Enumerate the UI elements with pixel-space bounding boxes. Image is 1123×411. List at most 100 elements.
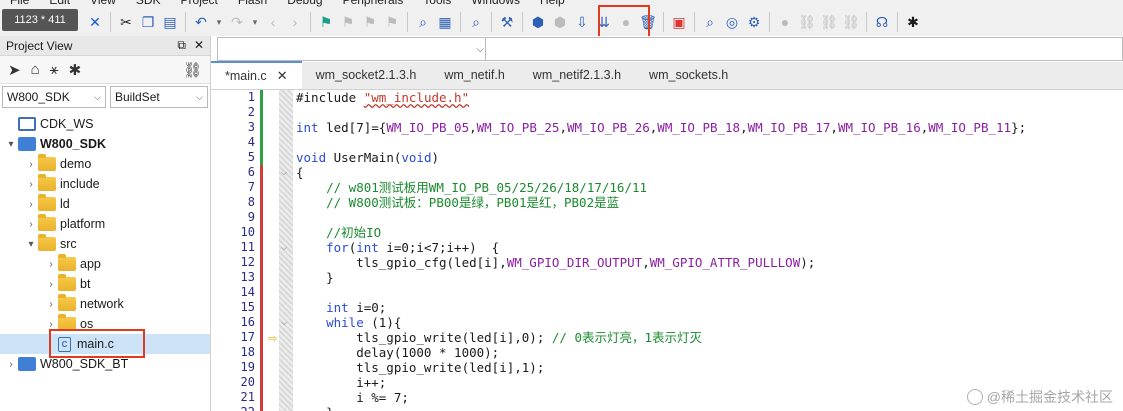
tree-item-w800-sdk[interactable]: ▾ W800_SDK: [0, 134, 210, 154]
tree-item-include[interactable]: › include: [0, 174, 210, 194]
code-line[interactable]: int led[7]={WM_IO_PB_05,WM_IO_PB_25,WM_I…: [296, 120, 1123, 135]
code-editor[interactable]: 12345678910111213141516171819202122 ⌵ ⌵ …: [211, 90, 1123, 411]
bookmark-clear-icon[interactable]: ⚑: [382, 12, 402, 32]
redo-dropdown-icon[interactable]: ▾: [249, 12, 261, 32]
settings-icon[interactable]: ⚙: [744, 12, 764, 32]
float-icon[interactable]: ⧉: [177, 38, 186, 53]
locate-icon[interactable]: ➤: [8, 61, 21, 79]
tree-icon[interactable]: ⚹: [50, 61, 59, 78]
close-tab-icon[interactable]: ✕: [277, 68, 288, 84]
expand-icon[interactable]: ›: [24, 199, 38, 210]
bug-icon[interactable]: ✱: [903, 12, 923, 32]
code-line[interactable]: // W800测试板：PB00是绿，PB01是红，PB02是蓝: [296, 195, 1123, 210]
menu-debug[interactable]: Debug: [277, 0, 332, 8]
code-line[interactable]: tls_gpio_write(led[i],1);: [296, 360, 1123, 375]
close-panel-icon[interactable]: ✕: [194, 38, 204, 53]
redo-icon[interactable]: ↷: [227, 12, 247, 32]
undo-dropdown-icon[interactable]: ▾: [213, 12, 225, 32]
code-line[interactable]: void UserMain(void): [296, 150, 1123, 165]
config-select[interactable]: BuildSet ⌵: [110, 86, 208, 108]
code-line[interactable]: [296, 285, 1123, 300]
menu-windows[interactable]: Windows: [461, 0, 530, 8]
link-icon[interactable]: ⛓: [797, 12, 817, 32]
back-icon[interactable]: ‹: [263, 12, 283, 32]
code-line[interactable]: //初始IO: [296, 225, 1123, 240]
fold-icon[interactable]: ⌵: [281, 318, 287, 328]
expand-icon[interactable]: ›: [4, 359, 18, 370]
code-line[interactable]: tls_gpio_write(led[i],0); // 0表示灯亮，1表示灯灭: [296, 330, 1123, 345]
menu-edit[interactable]: Edit: [39, 0, 80, 8]
cut-icon[interactable]: ✂: [116, 12, 136, 32]
expand-icon[interactable]: ›: [44, 299, 58, 310]
bookmark-icon[interactable]: ⚑: [316, 12, 336, 32]
debug-start-icon[interactable]: ◎: [722, 12, 742, 32]
forward-icon[interactable]: ›: [285, 12, 305, 32]
link-icon[interactable]: ⛓: [183, 61, 202, 79]
menu-file[interactable]: File: [0, 0, 39, 8]
download-icon[interactable]: ⇩: [572, 12, 592, 32]
paste-icon[interactable]: ▤: [160, 12, 180, 32]
expand-icon[interactable]: ▾: [24, 239, 38, 250]
bookmark-prev-icon[interactable]: ⚑: [338, 12, 358, 32]
tab-wm-sockets-h[interactable]: wm_sockets.h: [635, 61, 742, 89]
code-line[interactable]: for(int i=0;i<7;i++) {: [296, 240, 1123, 255]
tab-wm-netif2-1-3-h[interactable]: wm_netif2.1.3.h: [519, 61, 635, 89]
find-replace-icon[interactable]: ⌕: [466, 12, 486, 32]
menu-project[interactable]: Project: [171, 0, 228, 8]
code-line[interactable]: delay(1000 * 1000);: [296, 345, 1123, 360]
tree-item-ld[interactable]: › ld: [0, 194, 210, 214]
expand-icon[interactable]: ›: [24, 179, 38, 190]
code-line[interactable]: int i=0;: [296, 300, 1123, 315]
menu-view[interactable]: View: [80, 0, 126, 8]
expand-icon[interactable]: ›: [24, 159, 38, 170]
code-line[interactable]: #include "wm_include.h": [296, 90, 1123, 105]
code-line[interactable]: // w801测试板用WM_IO_PB_05/25/26/18/17/16/11: [296, 180, 1123, 195]
tree-item-platform[interactable]: › platform: [0, 214, 210, 234]
close-icon[interactable]: ✕: [85, 12, 105, 32]
fold-icon[interactable]: ⌵: [281, 168, 287, 178]
breakpoint-icon[interactable]: ●: [775, 12, 795, 32]
tab-wm-netif-h[interactable]: wm_netif.h: [430, 61, 518, 89]
code-line[interactable]: [296, 135, 1123, 150]
find-in-files-icon[interactable]: ▦: [435, 12, 455, 32]
tree-item-demo[interactable]: › demo: [0, 154, 210, 174]
menu-help[interactable]: Help: [530, 0, 575, 8]
home-icon[interactable]: ⌂: [31, 61, 40, 78]
expand-icon[interactable]: ›: [44, 279, 58, 290]
unlink2-icon[interactable]: ⛓: [841, 12, 861, 32]
find-icon[interactable]: ⌕: [413, 12, 433, 32]
tab--main-c[interactable]: *main.c ✕: [211, 61, 302, 89]
expand-icon[interactable]: ›: [44, 319, 58, 330]
tree-item-src[interactable]: ▾ src: [0, 234, 210, 254]
help-icon[interactable]: ☊: [872, 12, 892, 32]
bookmark-next-icon[interactable]: ⚑: [360, 12, 380, 32]
symbol-combo[interactable]: [485, 37, 1123, 61]
build-config-icon[interactable]: ⚒: [497, 12, 517, 32]
unlink-icon[interactable]: ⛓: [819, 12, 839, 32]
rebuild-icon[interactable]: ⬢: [550, 12, 570, 32]
build-icon[interactable]: ⬢: [528, 12, 548, 32]
code-line[interactable]: [296, 210, 1123, 225]
code-line[interactable]: {: [296, 165, 1123, 180]
expand-icon[interactable]: ›: [44, 259, 58, 270]
tree-item-network[interactable]: › network: [0, 294, 210, 314]
debug-icon[interactable]: ⌕: [700, 12, 720, 32]
tree-item-app[interactable]: › app: [0, 254, 210, 274]
project-select[interactable]: W800_SDK ⌵: [2, 86, 106, 108]
code-line[interactable]: [296, 105, 1123, 120]
undo-icon[interactable]: ↶: [191, 12, 211, 32]
menu-flash[interactable]: Flash: [228, 0, 277, 8]
menu-sdk[interactable]: SDK: [126, 0, 171, 8]
code-line[interactable]: while (1){: [296, 315, 1123, 330]
bug-icon[interactable]: ✱: [69, 61, 82, 79]
code-line[interactable]: tls_gpio_cfg(led[i],WM_GPIO_DIR_OUTPUT,W…: [296, 255, 1123, 270]
tree-item-bt[interactable]: › bt: [0, 274, 210, 294]
fold-icon[interactable]: ⌵: [281, 243, 287, 253]
expand-icon[interactable]: ›: [24, 219, 38, 230]
menu-tools[interactable]: Tools: [413, 0, 461, 8]
load-icon[interactable]: ▣: [669, 12, 689, 32]
tab-wm-socket2-1-3-h[interactable]: wm_socket2.1.3.h: [302, 61, 431, 89]
expand-icon[interactable]: ▾: [4, 139, 18, 150]
menu-peripherals[interactable]: Peripherals: [333, 0, 414, 8]
tree-item-cdk-ws[interactable]: CDK_WS: [0, 114, 210, 134]
